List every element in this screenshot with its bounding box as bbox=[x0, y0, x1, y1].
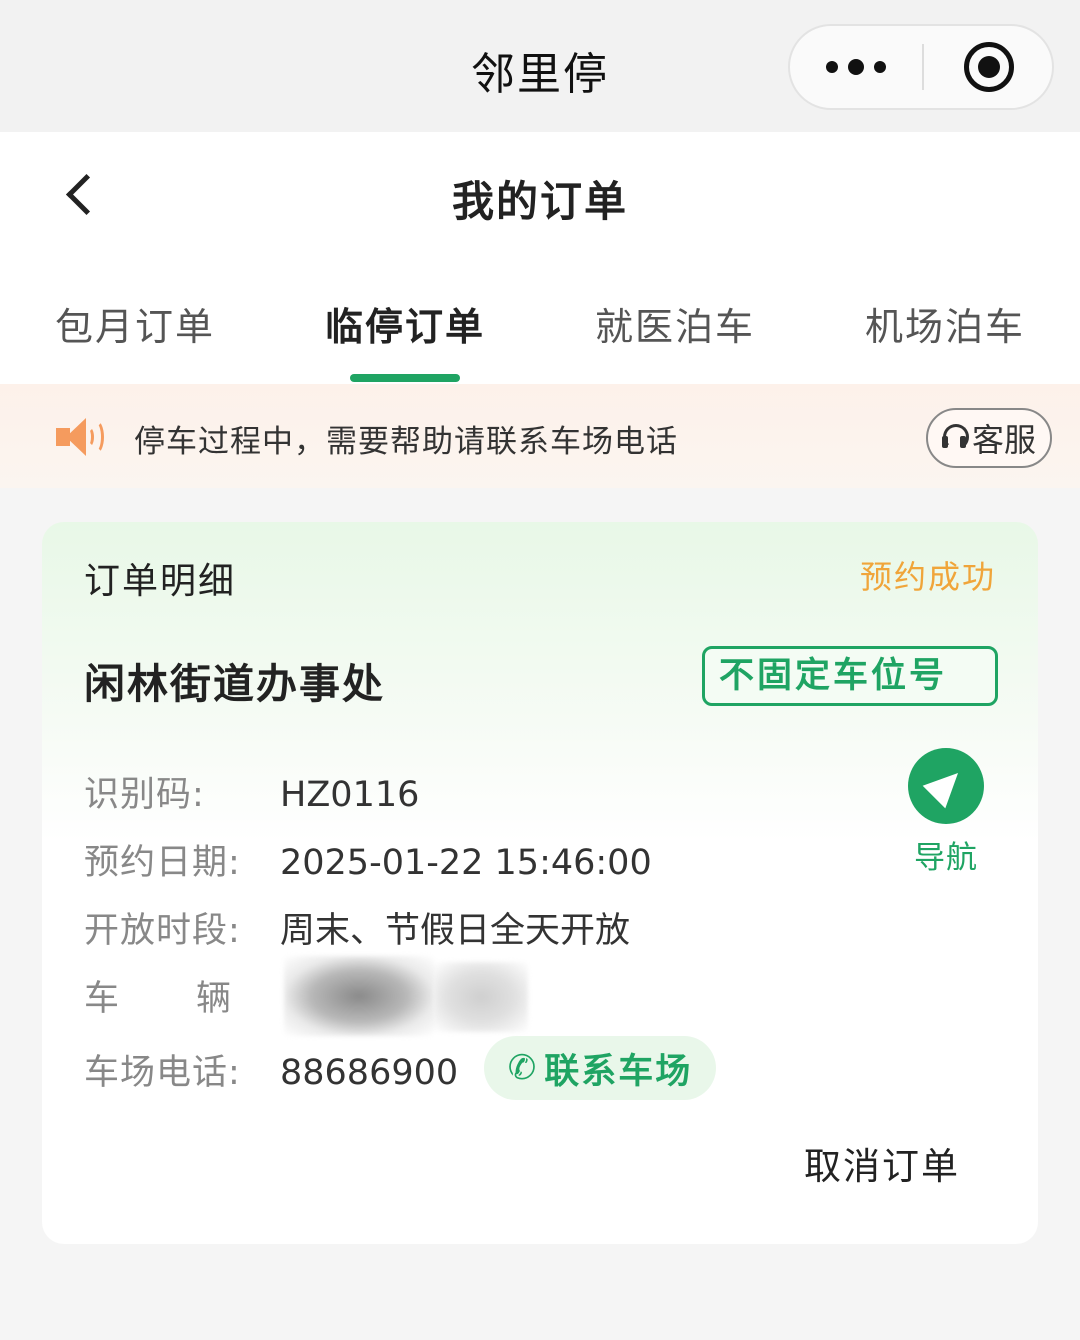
redacted-plate bbox=[284, 956, 528, 1036]
headset-icon bbox=[941, 424, 969, 452]
active-tab-indicator bbox=[350, 374, 460, 382]
contact-lot-button[interactable]: ✆ 联系车场 bbox=[484, 1036, 716, 1100]
capsule-menu bbox=[788, 24, 1054, 110]
phone-value: 88686900 bbox=[280, 1053, 459, 1093]
navigation-arrow-icon bbox=[908, 748, 984, 824]
code-label: 识别码: bbox=[84, 775, 205, 815]
vehicle-label: 车辆 bbox=[84, 979, 233, 1019]
page-title: 我的订单 bbox=[451, 177, 628, 226]
row-phone: 车场电话: 88686900 bbox=[84, 1044, 458, 1095]
phone-label: 车场电话: bbox=[84, 1053, 241, 1093]
navigate-button[interactable]: 导航 bbox=[904, 748, 1000, 878]
spot-type-badge: 不固定车位号 bbox=[702, 646, 998, 706]
order-card: 订单明细 预约成功 闲林街道办事处 不固定车位号 识别码: HZ0116 预约日期… bbox=[42, 522, 1038, 1244]
row-code: 识别码: HZ0116 bbox=[84, 766, 419, 817]
parking-lot-name: 闲林街道办事处 bbox=[84, 660, 385, 708]
phone-icon: ✆ bbox=[507, 1048, 539, 1088]
order-tabs: 包月订单 临停订单 就医泊车 机场泊车 bbox=[0, 292, 1080, 384]
target-close-icon[interactable] bbox=[964, 42, 1014, 92]
customer-service-button[interactable]: 客服 bbox=[926, 408, 1052, 468]
speaker-icon bbox=[56, 418, 106, 458]
hours-value: 周末、节假日全天开放 bbox=[280, 911, 631, 951]
capsule-divider bbox=[922, 44, 924, 90]
tab-temporary-orders[interactable]: 临停订单 bbox=[270, 296, 540, 351]
contact-lot-label: 联系车场 bbox=[544, 1051, 693, 1092]
date-value: 2025-01-22 15:46:00 bbox=[280, 843, 652, 883]
page-header: 我的订单 包月订单 临停订单 就医泊车 机场泊车 bbox=[0, 132, 1080, 384]
cancel-order-button[interactable]: 取消订单 bbox=[804, 1136, 960, 1190]
tab-hospital-parking[interactable]: 就医泊车 bbox=[540, 296, 810, 351]
hours-label: 开放时段: bbox=[84, 911, 241, 951]
mini-program-bar: 邻里停 bbox=[0, 0, 1080, 132]
order-status: 预约成功 bbox=[859, 558, 996, 596]
row-date: 预约日期: 2025-01-22 15:46:00 bbox=[84, 834, 652, 885]
more-dots-icon[interactable] bbox=[790, 26, 922, 108]
code-value: HZ0116 bbox=[280, 775, 420, 815]
navigate-label: 导航 bbox=[914, 840, 978, 876]
notice-text: 停车过程中，需要帮助请联系车场电话 bbox=[134, 424, 678, 460]
date-label: 预约日期: bbox=[84, 843, 241, 883]
row-hours: 开放时段: 周末、节假日全天开放 bbox=[84, 902, 630, 953]
customer-service-label: 客服 bbox=[971, 421, 1036, 459]
order-section-label: 订单明细 bbox=[84, 561, 237, 602]
tab-airport-parking[interactable]: 机场泊车 bbox=[810, 296, 1080, 351]
row-vehicle: 车辆 bbox=[84, 956, 528, 1036]
notice-bar: 停车过程中，需要帮助请联系车场电话 客服 bbox=[0, 384, 1080, 488]
tab-monthly-orders[interactable]: 包月订单 bbox=[0, 296, 270, 351]
